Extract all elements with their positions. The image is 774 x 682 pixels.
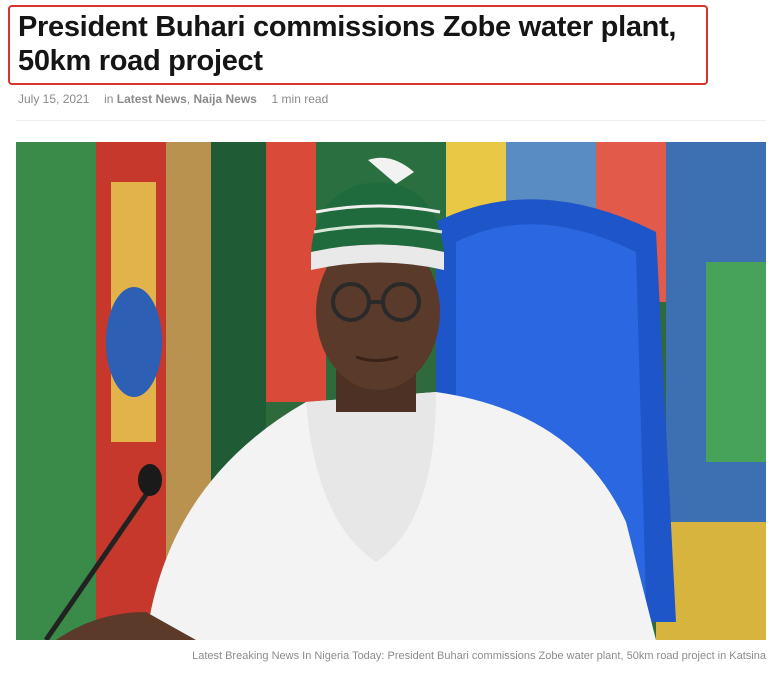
article-title: President Buhari commissions Zobe water … — [18, 11, 677, 77]
category-link-latest-news[interactable]: Latest News — [117, 92, 187, 106]
article-meta: July 15, 2021 in Latest News, Naija News… — [18, 92, 329, 106]
publish-date: July 15, 2021 — [18, 92, 90, 106]
read-time: 1 min read — [271, 92, 329, 106]
portrait-illustration — [16, 142, 766, 640]
meta-divider — [16, 120, 766, 121]
image-caption: Latest Breaking News In Nigeria Today: P… — [192, 650, 766, 662]
category-link-naija-news[interactable]: Naija News — [193, 92, 256, 106]
featured-image[interactable] — [16, 142, 766, 640]
category-prefix: in — [104, 92, 114, 106]
